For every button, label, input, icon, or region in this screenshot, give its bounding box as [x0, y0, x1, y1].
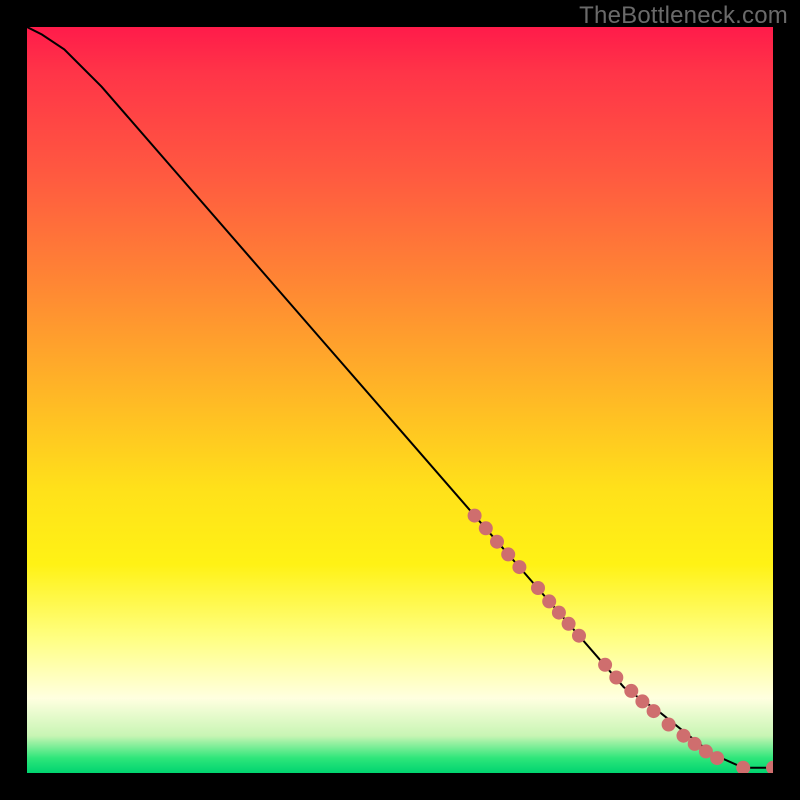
data-marker: [677, 729, 691, 743]
chart-frame: TheBottleneck.com: [0, 0, 800, 800]
data-marker: [766, 761, 773, 773]
data-marker: [647, 704, 661, 718]
data-marker: [490, 535, 504, 549]
data-marker: [531, 581, 545, 595]
data-marker: [512, 560, 526, 574]
data-marker: [468, 509, 482, 523]
data-marker: [562, 617, 576, 631]
data-marker: [479, 521, 493, 535]
data-marker: [662, 718, 676, 732]
data-marker: [542, 594, 556, 608]
data-marker: [501, 547, 515, 561]
data-marker: [609, 671, 623, 685]
data-marker: [598, 658, 612, 672]
overlay-svg: [27, 27, 773, 773]
watermark-label: TheBottleneck.com: [579, 2, 788, 30]
data-marker: [624, 684, 638, 698]
data-marker: [635, 694, 649, 708]
data-marker: [710, 751, 724, 765]
data-marker: [736, 761, 750, 773]
data-marker: [552, 606, 566, 620]
bottleneck-curve: [27, 27, 773, 768]
data-marker: [572, 629, 586, 643]
marker-group: [468, 509, 773, 773]
plot-area: [27, 27, 773, 773]
